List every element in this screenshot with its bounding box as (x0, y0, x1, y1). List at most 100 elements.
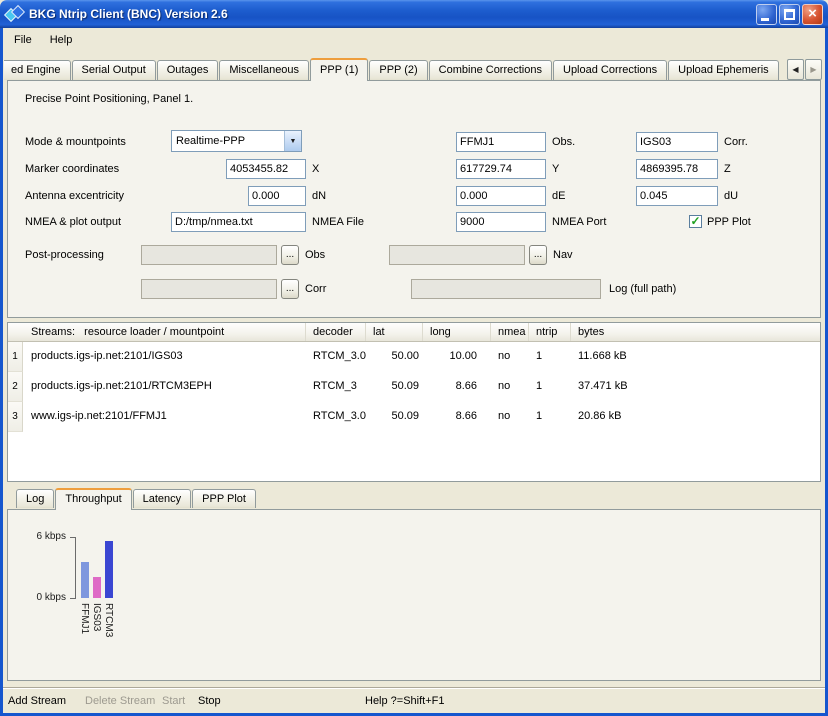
tab-upload-corrections[interactable]: Upload Corrections (553, 60, 667, 80)
column-header-ntrip[interactable]: ntrip (529, 323, 571, 341)
nmea-file-label: NMEA File (312, 216, 364, 228)
tab-scroll-left-button[interactable]: ◀ (787, 59, 804, 80)
cell-long: 8.66 (423, 402, 491, 432)
tab-latency[interactable]: Latency (133, 489, 192, 508)
post-corr-label: Corr (305, 283, 326, 295)
menu-help[interactable]: Help (41, 31, 82, 49)
row-number: 3 (8, 402, 23, 432)
menu-file[interactable]: File (5, 31, 41, 49)
y-axis-line (75, 537, 76, 599)
obs-mountpoint-field[interactable] (456, 132, 546, 152)
post-nav-field (389, 245, 525, 265)
browse-corr-button[interactable]: ... (281, 279, 299, 299)
chevron-left-icon: ◀ (792, 65, 798, 74)
ppp-mode-combobox[interactable]: Realtime-PPP ▼ (171, 130, 302, 152)
cell-nmea: no (491, 342, 529, 372)
corr-mountpoint-field[interactable] (636, 132, 718, 152)
table-row[interactable]: 2products.igs-ip.net:2101/RTCM3EPHRTCM_3… (8, 372, 820, 402)
maximize-button[interactable] (779, 4, 800, 25)
cell-mountpoint: products.igs-ip.net:2101/RTCM3EPH (23, 372, 306, 402)
column-header-lat[interactable]: lat (366, 323, 423, 341)
table-header: Streams: resource loader / mountpoint de… (8, 323, 820, 342)
add-stream-button[interactable]: Add Stream (8, 688, 66, 713)
tab-scroll-right-button[interactable]: ▶ (805, 59, 822, 80)
minimize-icon (761, 18, 769, 21)
tab-throughput[interactable]: Throughput (55, 488, 131, 510)
table-row[interactable]: 3www.igs-ip.net:2101/FFMJ1RTCM_3.050.098… (8, 402, 820, 432)
post-log-field (411, 279, 601, 299)
antenna-dn-field[interactable] (248, 186, 306, 206)
nmea-port-field[interactable] (456, 212, 546, 232)
cell-ntrip: 1 (529, 342, 571, 372)
minimize-button[interactable] (756, 4, 777, 25)
post-nav-label: Nav (553, 249, 573, 261)
corr-label: Corr. (724, 136, 748, 148)
throughput-chart-panel: 6 kbps 0 kbps FFMJ1IGS03RTCM3 (7, 509, 821, 681)
antenna-dn-label: dN (312, 190, 326, 202)
tab-outages[interactable]: Outages (157, 60, 219, 80)
ppp-plot-checkbox[interactable]: ✓ (689, 215, 702, 228)
check-icon: ✓ (690, 216, 700, 226)
tab-miscellaneous[interactable]: Miscellaneous (219, 60, 309, 80)
streams-table: Streams: resource loader / mountpoint de… (7, 322, 821, 482)
close-button[interactable]: × (802, 4, 823, 25)
delete-stream-button: Delete Stream (85, 688, 155, 713)
chevron-right-icon: ▶ (810, 65, 816, 74)
column-header-mountpoint[interactable]: Streams: resource loader / mountpoint (23, 323, 306, 341)
column-header-bytes[interactable]: bytes (571, 323, 820, 341)
marker-y-label: Y (552, 163, 559, 175)
marker-z-field[interactable] (636, 159, 718, 179)
antenna-du-label: dU (724, 190, 738, 202)
y-axis-tick-max (70, 537, 75, 538)
cell-long: 8.66 (423, 372, 491, 402)
tab-ppp-2[interactable]: PPP (2) (369, 60, 427, 80)
post-obs-label: Obs (305, 249, 325, 261)
nmea-file-field[interactable] (171, 212, 306, 232)
cell-lat: 50.09 (366, 402, 423, 432)
tab-serial-output[interactable]: Serial Output (72, 60, 156, 80)
tab-upload-ephemeris[interactable]: Upload Ephemeris (668, 60, 779, 80)
marker-coordinates-label: Marker coordinates (25, 163, 119, 175)
tab-ppp-1[interactable]: PPP (1) (310, 58, 368, 81)
marker-y-field[interactable] (456, 159, 546, 179)
cell-nmea: no (491, 402, 529, 432)
help-shortcut-label: Help ?=Shift+F1 (365, 688, 445, 713)
cell-lat: 50.00 (366, 342, 423, 372)
cell-mountpoint: products.igs-ip.net:2101/IGS03 (23, 342, 306, 372)
cell-bytes: 20.86 kB (571, 402, 820, 432)
app-icon (6, 5, 24, 23)
post-corr-field (141, 279, 277, 299)
statusbar: Add Stream Delete Stream Start Stop Help… (3, 687, 825, 713)
tab-combine-corrections[interactable]: Combine Corrections (429, 60, 552, 80)
antenna-du-field[interactable] (636, 186, 718, 206)
tab-ppp-plot[interactable]: PPP Plot (192, 489, 256, 508)
marker-z-label: Z (724, 163, 731, 175)
y-axis-tick-min (70, 598, 75, 599)
column-header-nmea[interactable]: nmea (491, 323, 529, 341)
browse-nav-button[interactable]: ... (529, 245, 547, 265)
antenna-excentricity-label: Antenna excentricity (25, 190, 124, 202)
column-header-decoder[interactable]: decoder (306, 323, 366, 341)
panel-heading: Precise Point Positioning, Panel 1. (25, 93, 193, 105)
marker-x-field[interactable] (226, 159, 306, 179)
nmea-port-label: NMEA Port (552, 216, 606, 228)
combo-arrow-glyph: ▼ (290, 138, 297, 145)
titlebar: BKG Ntrip Client (BNC) Version 2.6 × (0, 0, 828, 28)
column-header-long[interactable]: long (423, 323, 491, 341)
browse-obs-button[interactable]: ... (281, 245, 299, 265)
row-number: 1 (8, 342, 23, 372)
antenna-de-field[interactable] (456, 186, 546, 206)
cell-decoder: RTCM_3.0 (306, 402, 366, 432)
tab-scrollers: ◀ ▶ (786, 59, 822, 81)
table-row[interactable]: 1products.igs-ip.net:2101/IGS03RTCM_3.05… (8, 342, 820, 372)
cell-lat: 50.09 (366, 372, 423, 402)
ppp-plot-label: PPP Plot (707, 216, 751, 228)
cell-ntrip: 1 (529, 372, 571, 402)
stop-button[interactable]: Stop (198, 688, 221, 713)
table-corner (8, 323, 23, 341)
tab-log[interactable]: Log (16, 489, 54, 508)
chevron-down-icon[interactable]: ▼ (284, 131, 301, 151)
tab-ed-engine[interactable]: ed Engine (4, 60, 71, 80)
start-button: Start (162, 688, 185, 713)
post-log-label: Log (full path) (609, 283, 676, 295)
